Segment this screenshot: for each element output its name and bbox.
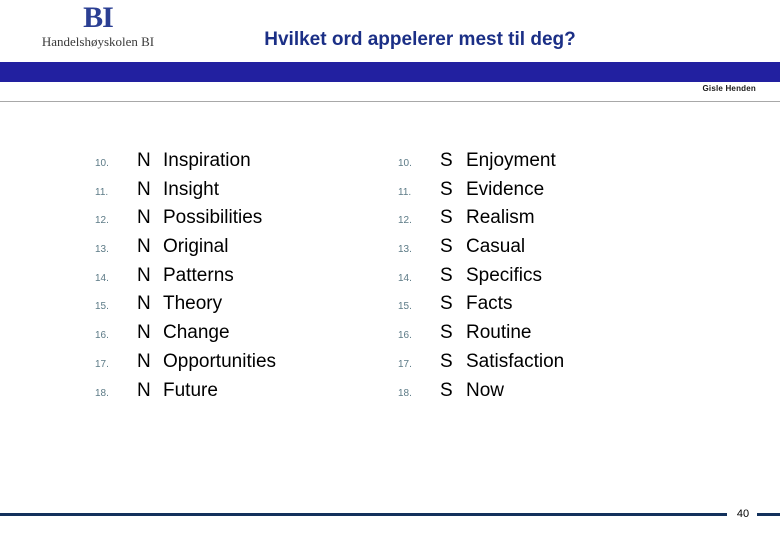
row-type-letter: S [440, 178, 453, 200]
row-type-letter: N [137, 178, 151, 200]
word-row: 10. S Enjoyment [398, 150, 564, 179]
row-number: 12. [95, 215, 109, 227]
word-row: 10. N Inspiration [95, 150, 276, 179]
row-number: 13. [95, 244, 109, 256]
word-row: 17. N Opportunities [95, 351, 276, 380]
row-number: 14. [398, 272, 412, 284]
row-number: 12. [398, 215, 412, 227]
row-type-letter: S [440, 150, 453, 171]
row-number: 11. [398, 186, 412, 198]
row-type-letter: N [137, 150, 151, 171]
row-type-letter: N [137, 236, 151, 258]
row-type-letter: N [137, 379, 151, 401]
row-type-letter: S [440, 236, 453, 258]
word-row: 15. N Theory [95, 293, 276, 322]
bi-logo-mark: BI [83, 1, 114, 34]
header-blue-bar [0, 62, 780, 82]
row-type-letter: S [440, 293, 453, 315]
row-number: 18. [95, 387, 109, 399]
slide-header: BI Handelshøyskolen BI Hvilket ord appel… [0, 0, 780, 62]
row-type-letter: N [137, 293, 151, 315]
row-word: Evidence [466, 178, 545, 200]
footer-rule-left [0, 513, 727, 516]
row-word: Opportunities [163, 350, 277, 372]
row-word: Facts [466, 293, 513, 315]
row-number: 13. [398, 244, 412, 256]
row-word: Satisfaction [466, 350, 565, 372]
row-type-letter: N [137, 264, 151, 286]
row-number: 17. [398, 358, 412, 370]
row-word: Routine [466, 322, 532, 344]
word-row: 13. N Original [95, 236, 276, 265]
row-word: Casual [466, 236, 526, 258]
row-type-letter: N [137, 207, 151, 229]
row-number: 15. [95, 301, 109, 313]
row-number: 10. [95, 158, 109, 169]
row-type-letter: S [440, 350, 453, 372]
row-word: Patterns [163, 264, 234, 286]
row-word: Possibilities [163, 207, 263, 229]
word-row: 12. S Realism [398, 207, 564, 236]
author-credit: Gisle Henden [702, 84, 756, 93]
row-type-letter: S [440, 264, 453, 286]
row-number: 16. [398, 330, 412, 342]
header-divider [0, 101, 780, 102]
word-column-right: 10. S Enjoyment 11. S Evidence 12. S Realism 13. S… [398, 150, 564, 408]
row-word: Original [163, 236, 229, 258]
row-word: Theory [163, 293, 223, 315]
row-type-letter: S [440, 207, 453, 229]
row-number: 10. [398, 158, 412, 169]
row-number: 11. [95, 186, 109, 198]
word-row: 18. N Future [95, 380, 276, 409]
word-row: 13. S Casual [398, 236, 564, 265]
word-row: 16. S Routine [398, 322, 564, 351]
footer-rule-right [757, 513, 780, 516]
word-row: 14. N Patterns [95, 265, 276, 294]
word-row: 15. S Facts [398, 293, 564, 322]
row-type-letter: N [137, 322, 151, 344]
word-row: 11. N Insight [95, 179, 276, 208]
row-number: 18. [398, 387, 412, 399]
word-row: 16. N Change [95, 322, 276, 351]
word-row: 12. N Possibilities [95, 207, 276, 236]
row-number: 15. [398, 301, 412, 313]
word-row: 14. S Specifics [398, 265, 564, 294]
row-word: Inspiration [163, 150, 251, 171]
row-word: Change [163, 322, 230, 344]
row-type-letter: S [440, 379, 453, 401]
slide: BI Handelshøyskolen BI Hvilket ord appel… [0, 0, 780, 540]
row-number: 17. [95, 358, 109, 370]
row-number: 14. [95, 272, 109, 284]
word-row: 17. S Satisfaction [398, 351, 564, 380]
row-number: 16. [95, 330, 109, 342]
row-word: Now [466, 379, 505, 401]
page-number: 40 [730, 507, 756, 521]
row-type-letter: S [440, 322, 453, 344]
bi-logo: BI Handelshøyskolen BI [28, 1, 168, 50]
row-word: Future [163, 379, 218, 401]
bi-logo-wordmark: Handelshøyskolen BI [41, 34, 155, 49]
row-word: Specifics [466, 264, 543, 286]
row-word: Realism [466, 207, 535, 229]
word-row: 11. S Evidence [398, 179, 564, 208]
row-word: Insight [163, 178, 219, 200]
word-row: 18. S Now [398, 380, 564, 409]
page-title: Hvilket ord appelerer mest til deg? [264, 29, 576, 50]
word-column-left: 10. N Inspiration 11. N Insight 12. N Possibilit… [95, 150, 276, 408]
row-word: Enjoyment [466, 150, 556, 171]
row-type-letter: N [137, 350, 151, 372]
